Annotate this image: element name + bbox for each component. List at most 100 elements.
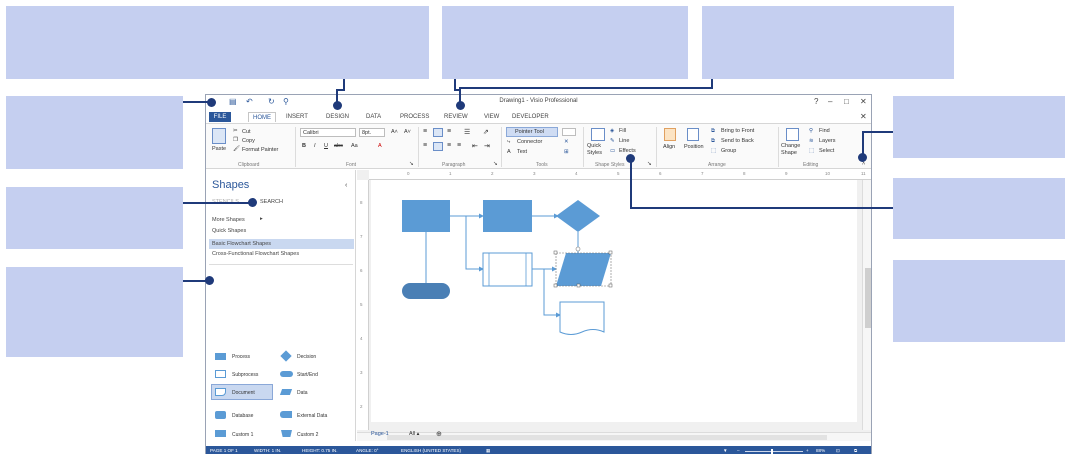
quick-shapes-item[interactable]: Quick Shapes [212,228,246,234]
bold-button[interactable]: B [302,143,306,149]
change-shape-icon[interactable] [786,128,799,141]
process-shape-label[interactable]: Process [232,354,250,360]
scissors-icon[interactable]: ✂ [233,128,238,134]
collapse-pane-icon[interactable]: ‹ [345,182,347,189]
custom-2-shape-label[interactable]: Custom 2 [297,432,318,438]
font-name-select[interactable]: Calibri [300,128,356,137]
tab-home[interactable]: HOME [248,112,276,122]
vertical-scroll-thumb[interactable] [865,268,871,328]
underline-button[interactable]: U [324,143,328,149]
quick-styles-icon[interactable] [591,128,605,141]
align-top-icon[interactable]: ≡ [423,128,427,135]
tab-review[interactable]: REVIEW [440,112,472,122]
tab-view[interactable]: VIEW [480,112,503,122]
zoom-in-icon[interactable]: + [806,448,809,453]
restore-button[interactable]: □ [844,97,849,106]
subprocess-shape-icon[interactable] [215,370,226,378]
align-left-icon[interactable]: ≡ [423,142,427,149]
fill-icon[interactable]: ◈ [610,128,614,134]
line-icon[interactable]: ✎ [610,138,615,144]
font-dialog-launcher-icon[interactable]: ↘ [409,161,414,167]
tab-insert[interactable]: INSERT [282,112,312,122]
vertical-scrollbar[interactable] [862,180,871,430]
group-button[interactable]: Group [721,148,736,154]
connection-point-icon[interactable]: ⊞ [564,149,569,155]
add-page-icon[interactable]: ⊕ [436,430,442,438]
decision-shape-icon[interactable] [280,350,292,362]
decrease-indent-icon[interactable]: ⇤ [472,142,478,150]
send-to-back-icon[interactable]: ⧉ [711,138,715,145]
copy-button[interactable]: Copy [242,138,255,144]
close-button[interactable]: ✕ [860,97,867,106]
text-tool-button[interactable]: Text [517,149,527,155]
horizontal-scroll-thumb[interactable] [387,435,827,440]
start-end-shape-label[interactable]: Start/End [297,372,318,378]
quick-styles-button[interactable]: Quick Styles [587,143,609,157]
horizontal-scrollbar[interactable] [357,432,871,441]
text-tool-icon[interactable]: A [507,149,511,155]
layers-button[interactable]: Layers [819,138,836,144]
zoom-slider-thumb[interactable] [771,449,773,454]
delete-connector-icon[interactable]: ✕ [564,139,569,145]
status-language[interactable]: ENGLISH (UNITED STATES) [401,448,461,453]
effects-button[interactable]: Effects [619,148,636,154]
data-shape-label[interactable]: Data [297,390,308,396]
find-icon[interactable]: ⚲ [809,128,813,134]
paste-button[interactable]: Paste [212,146,226,152]
all-pages-tab[interactable]: All ▴ [409,431,419,437]
zoom-out-icon[interactable]: – [737,448,740,453]
basic-flowchart-item[interactable]: Basic Flowchart Shapes [209,239,354,249]
pointer-tool-button[interactable]: Pointer Tool [506,127,558,137]
change-case-button[interactable]: Aa [351,143,358,149]
switch-windows-icon[interactable]: ⧉ [854,448,857,453]
bullets-icon[interactable]: ☰ [464,128,470,136]
strikethrough-button[interactable]: abc [334,143,343,149]
copy-icon[interactable]: ❐ [233,137,238,143]
database-shape-icon[interactable] [215,411,226,419]
page-1-tab[interactable]: Page-1 [371,431,389,437]
justify-icon[interactable]: ≡ [457,142,461,149]
tab-data[interactable]: DATA [362,112,385,122]
start-end-shape-icon[interactable] [280,371,293,377]
connector-icon[interactable]: ⤷ [507,139,510,146]
ribbon-close-button[interactable]: ✕ [860,112,867,121]
change-shape-button[interactable]: Change Shape [781,143,807,157]
grow-font-icon[interactable]: A˄ [391,129,398,135]
tab-file[interactable]: FILE [209,112,231,122]
shape-styles-dialog-launcher-icon[interactable]: ↘ [647,161,652,167]
help-button[interactable]: ? [814,97,818,106]
shrink-font-icon[interactable]: A˅ [404,129,411,135]
increase-indent-icon[interactable]: ⇥ [484,142,490,150]
paragraph-dialog-launcher-icon[interactable]: ↘ [493,161,498,167]
minimize-button[interactable]: – [828,97,832,106]
italic-button[interactable]: I [314,143,316,149]
position-icon[interactable] [687,128,699,141]
effects-icon[interactable]: ▭ [610,148,615,154]
drawing-canvas[interactable]: 0 1 2 3 4 5 6 7 8 9 10 11 8 7 6 5 4 3 2 [357,170,871,441]
process-shape-icon[interactable] [215,353,226,360]
layers-icon[interactable]: ≋ [809,138,814,144]
position-button[interactable]: Position [684,144,704,150]
format-painter-button[interactable]: Format Painter [242,147,278,153]
fill-button[interactable]: Fill [619,128,626,134]
line-button[interactable]: Line [619,138,629,144]
align-icon[interactable] [664,128,676,141]
drawing-page[interactable] [371,180,857,422]
decision-shape-label[interactable]: Decision [297,354,316,360]
font-size-select[interactable]: 8pt. [359,128,385,137]
align-button[interactable]: Align [663,144,675,150]
select-icon[interactable]: ⬚ [809,148,814,154]
bring-to-front-button[interactable]: Bring to Front [721,128,754,134]
bring-to-front-icon[interactable]: ⧉ [711,128,715,135]
cut-button[interactable]: Cut [242,129,251,135]
custom-1-shape-icon[interactable] [215,430,226,437]
cross-functional-item[interactable]: Cross-Functional Flowchart Shapes [212,251,299,257]
tab-design[interactable]: DESIGN [322,112,353,122]
external-data-shape-icon[interactable] [280,411,292,418]
zoom-slider[interactable] [745,449,803,454]
format-painter-icon[interactable]: 🖌 [233,146,240,152]
custom-1-shape-label[interactable]: Custom 1 [232,432,253,438]
zoom-level[interactable]: 88% [816,448,825,453]
more-shapes-item[interactable]: More Shapes [212,217,245,223]
text-direction-icon[interactable]: ⇗ [483,128,489,136]
